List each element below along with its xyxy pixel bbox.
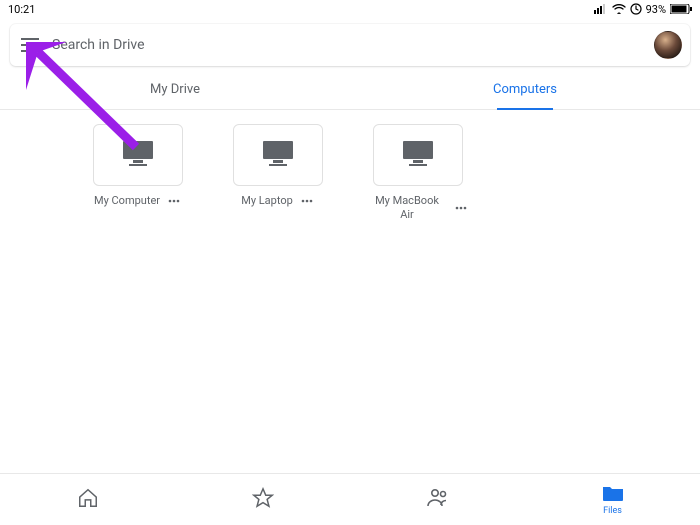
menu-icon[interactable]: [18, 33, 42, 57]
nav-home[interactable]: [0, 474, 175, 525]
item-label: My Laptop: [241, 194, 293, 208]
more-icon[interactable]: [166, 197, 182, 205]
monitor-icon: [261, 139, 295, 171]
home-icon: [77, 487, 99, 513]
star-icon: [252, 487, 274, 513]
tab-my-drive[interactable]: My Drive: [0, 70, 350, 109]
item-label: My MacBook Air: [367, 194, 447, 223]
computer-item: My Laptop: [228, 124, 328, 223]
sync-icon: [630, 3, 642, 15]
search-input[interactable]: Search in Drive: [52, 37, 644, 53]
tabs: My Drive Computers: [0, 70, 700, 110]
status-bar: 10:21 93%: [0, 0, 700, 18]
folder-icon: [602, 484, 624, 506]
item-label: My Computer: [94, 194, 160, 208]
search-bar: Search in Drive: [10, 24, 690, 66]
computer-tile[interactable]: [93, 124, 183, 186]
computer-item: My Computer: [88, 124, 188, 223]
cellular-icon: [594, 4, 608, 14]
nav-starred[interactable]: [175, 474, 350, 525]
computer-tile[interactable]: [373, 124, 463, 186]
computer-grid: My Computer My Laptop My MacBook Air: [0, 110, 700, 223]
computer-tile[interactable]: [233, 124, 323, 186]
nav-files[interactable]: Files: [525, 474, 700, 525]
avatar[interactable]: [654, 31, 682, 59]
nav-files-label: Files: [603, 506, 622, 516]
more-icon[interactable]: [453, 204, 469, 212]
battery-text: 93%: [646, 3, 666, 16]
tab-computers[interactable]: Computers: [350, 70, 700, 109]
computer-item: My MacBook Air: [368, 124, 468, 223]
battery-icon: [670, 4, 692, 14]
monitor-icon: [121, 139, 155, 171]
clock: 10:21: [8, 3, 35, 16]
wifi-icon: [612, 4, 626, 14]
nav-shared[interactable]: [350, 474, 525, 525]
monitor-icon: [401, 139, 435, 171]
bottom-navigation: Files: [0, 473, 700, 525]
people-icon: [426, 487, 450, 513]
more-icon[interactable]: [299, 197, 315, 205]
